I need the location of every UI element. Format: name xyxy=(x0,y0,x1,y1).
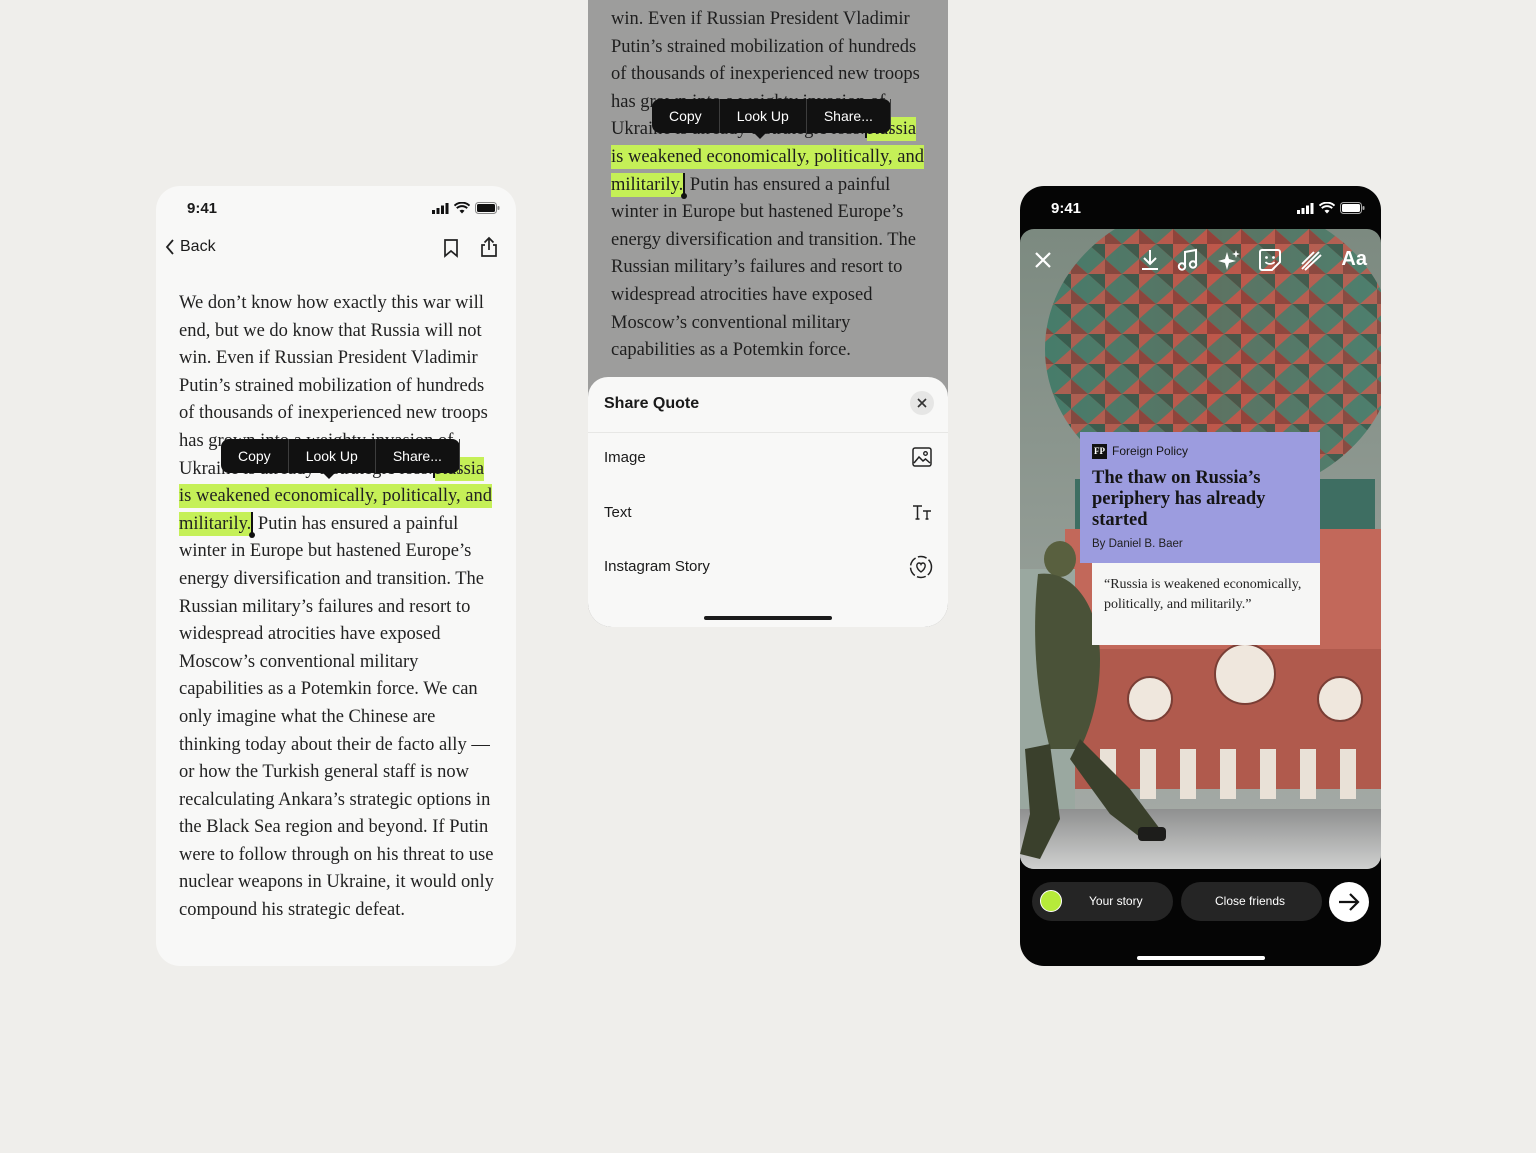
instagram-story-icon xyxy=(909,555,933,579)
selection-end-handle xyxy=(681,172,688,199)
draw-scribble-icon[interactable] xyxy=(1299,248,1323,272)
selection-end-handle[interactable] xyxy=(249,511,256,538)
your-story-button[interactable]: Your story xyxy=(1032,882,1173,921)
wifi-icon xyxy=(454,202,470,214)
text-selection-menu: Copy Look Up Share... xyxy=(221,439,460,479)
sticker-icon[interactable] xyxy=(1258,248,1282,272)
close-friends-button[interactable]: Close friends xyxy=(1181,882,1322,921)
signal-icon xyxy=(432,202,449,214)
article-text-after: Putin has ensured a painful winter in Eu… xyxy=(179,513,494,921)
menu-pointer xyxy=(753,132,767,139)
close-icon[interactable] xyxy=(1033,250,1053,270)
share-text-button[interactable]: Share... xyxy=(376,439,460,473)
image-icon xyxy=(912,447,932,467)
back-label: Back xyxy=(180,238,216,255)
status-time: 9:41 xyxy=(1051,200,1082,217)
send-button[interactable] xyxy=(1329,882,1369,922)
story-avatar-dot xyxy=(1040,890,1062,912)
home-indicator xyxy=(704,616,832,620)
sticker-header: FP Foreign Policy The thaw on Russia’s p… xyxy=(1080,432,1320,563)
publication-name: Foreign Policy xyxy=(1112,444,1189,458)
wifi-icon xyxy=(1319,202,1335,214)
article-body-dimmed: win. Even if Russian President Vladimir … xyxy=(611,6,931,365)
share-option-text[interactable]: Text xyxy=(588,487,948,541)
menu-pointer xyxy=(322,472,336,479)
nav-bar: Back xyxy=(156,230,516,266)
close-icon xyxy=(917,398,927,408)
share-icon[interactable] xyxy=(479,236,499,258)
status-bar: 9:41 xyxy=(156,186,516,230)
option-label: Text xyxy=(604,504,632,521)
look-up-button[interactable]: Look Up xyxy=(289,439,376,473)
share-option-instagram-story[interactable]: Instagram Story xyxy=(588,541,948,595)
status-bar: 9:41 xyxy=(1020,186,1381,230)
look-up-button[interactable]: Look Up xyxy=(720,99,807,133)
publication-logo: FP xyxy=(1092,444,1107,459)
chevron-left-icon xyxy=(165,239,174,255)
battery-icon xyxy=(1340,202,1365,214)
share-quote-screen: win. Even if Russian President Vladimir … xyxy=(588,0,948,627)
download-icon[interactable] xyxy=(1139,248,1161,272)
article-byline: By Daniel B. Baer xyxy=(1092,538,1183,550)
close-friends-label: Close friends xyxy=(1215,894,1286,908)
text-selection-menu: Copy Look Up Share... xyxy=(652,99,891,139)
copy-button[interactable]: Copy xyxy=(652,99,720,133)
status-icons xyxy=(432,202,500,214)
music-icon[interactable] xyxy=(1177,248,1199,272)
effects-sparkle-icon[interactable] xyxy=(1217,248,1241,272)
quote-box: “Russia is weakened economically, politi… xyxy=(1092,563,1320,645)
status-icons xyxy=(1297,202,1365,214)
share-option-image[interactable]: Image xyxy=(588,432,948,486)
option-label: Instagram Story xyxy=(604,558,710,575)
share-text-button[interactable]: Share... xyxy=(807,99,891,133)
story-toolbar: Aa xyxy=(1020,244,1381,280)
option-label: Image xyxy=(604,449,646,466)
your-story-label: Your story xyxy=(1089,894,1143,908)
text-format-icon xyxy=(913,505,931,520)
share-quote-sheet: Share Quote Image Text Instagram Story xyxy=(588,377,948,627)
close-sheet-button[interactable] xyxy=(910,391,934,415)
home-indicator xyxy=(1136,956,1265,960)
status-time: 9:41 xyxy=(187,200,218,217)
back-button[interactable]: Back xyxy=(164,238,216,256)
signal-icon xyxy=(1297,202,1314,214)
arrow-right-icon xyxy=(1339,893,1360,911)
reader-screen: 9:41 Back We don’t know how exactly this… xyxy=(156,186,516,966)
article-title: The thaw on Russia’s periphery has alrea… xyxy=(1092,468,1266,530)
article-quote-sticker[interactable]: FP Foreign Policy The thaw on Russia’s p… xyxy=(1080,432,1320,645)
article-text-after: Putin has ensured a painful winter in Eu… xyxy=(611,174,916,361)
article-body[interactable]: We don’t know how exactly this war will … xyxy=(179,290,499,925)
battery-icon xyxy=(475,202,500,214)
copy-button[interactable]: Copy xyxy=(221,439,289,473)
text-tool-button[interactable]: Aa xyxy=(1341,248,1367,271)
bookmark-icon[interactable] xyxy=(442,238,460,258)
sheet-title: Share Quote xyxy=(604,395,700,412)
quote-text: “Russia is weakened economically, politi… xyxy=(1104,577,1302,612)
story-editor-screen: 9:41 Aa FP Foreign Policy The thaw on Ru… xyxy=(1020,186,1381,966)
